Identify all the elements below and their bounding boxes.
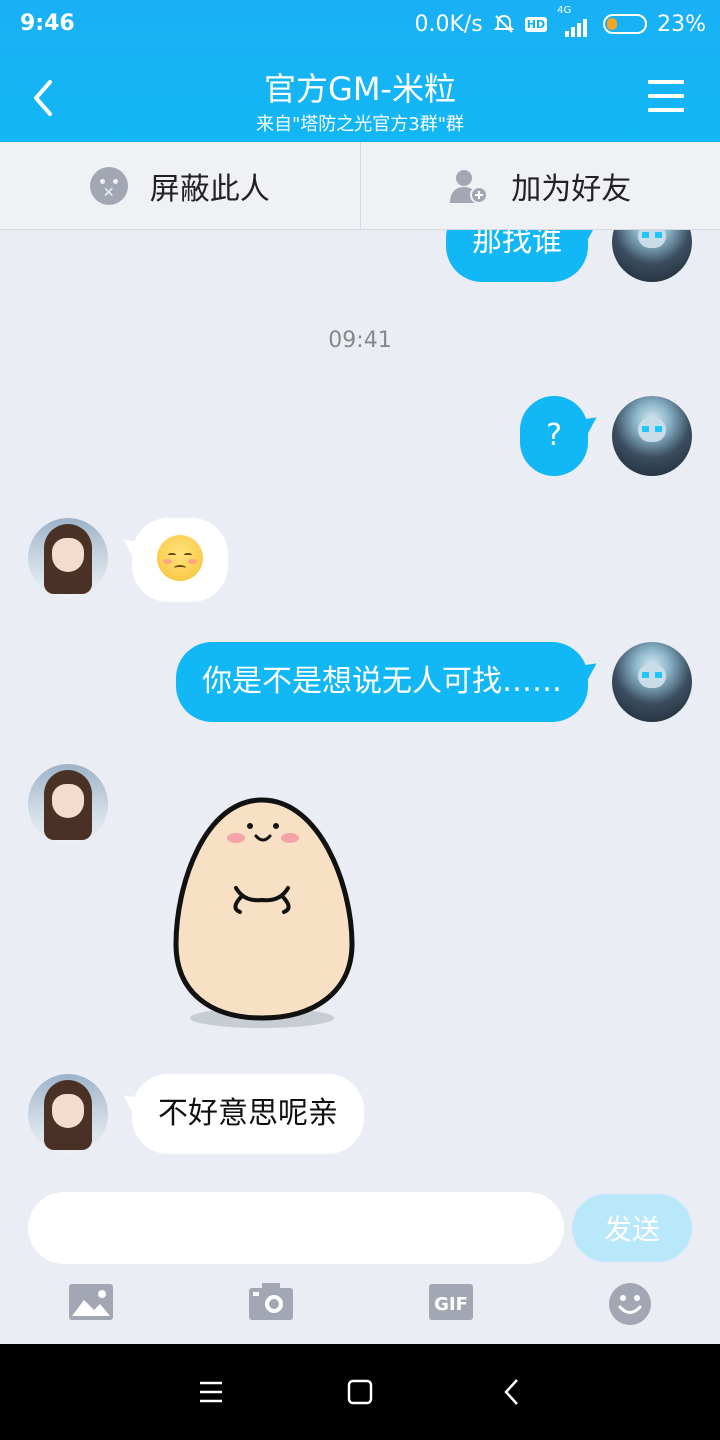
- menu-lines-icon: [200, 1381, 222, 1403]
- composer-toolbar: GIF: [0, 1276, 720, 1336]
- network-speed: 0.0K/s: [414, 11, 483, 37]
- message-input[interactable]: [28, 1192, 564, 1264]
- composer: 发送 GIF: [0, 1180, 720, 1344]
- egg-sticker[interactable]: [170, 796, 360, 1032]
- nav-back-button[interactable]: [492, 1372, 532, 1412]
- battery-percent: 23%: [657, 11, 706, 37]
- gif-label: GIF: [434, 1294, 468, 1315]
- action-bar: ✕ 屏蔽此人 加为好友: [0, 142, 720, 230]
- chat-title: 官方GM-米粒: [264, 70, 456, 108]
- block-user-button[interactable]: ✕ 屏蔽此人: [0, 142, 360, 229]
- menu-icon-line: [648, 94, 684, 98]
- status-bar: 9:46 0.0K/s HD 4G 23%: [0, 0, 720, 50]
- camera-icon: [249, 1283, 293, 1320]
- menu-button[interactable]: [648, 80, 684, 112]
- menu-icon-line: [648, 108, 684, 112]
- emoji-icon: [609, 1283, 651, 1325]
- camera-button[interactable]: [248, 1282, 294, 1328]
- message-bubble-outgoing[interactable]: ?: [520, 396, 588, 476]
- avatar-self[interactable]: [612, 230, 692, 282]
- message-text: 不好意思呢亲: [158, 1096, 338, 1131]
- system-nav-bar: [0, 1344, 720, 1440]
- pensive-face-emoji: [157, 535, 203, 581]
- chat-subtitle: 来自"塔防之光官方3群"群: [255, 114, 464, 135]
- chat-header: 9:46 0.0K/s HD 4G 23% 官方GM-米粒 来自"塔防之光官方3…: [0, 0, 720, 142]
- message-bubble-outgoing[interactable]: 你是不是想说无人可找……: [176, 642, 588, 722]
- hd-badge: HD: [524, 16, 548, 32]
- message-bubble-outgoing[interactable]: 那找谁: [446, 230, 588, 282]
- avatar-gm[interactable]: [28, 518, 108, 598]
- back-arrow-icon: [504, 1379, 518, 1405]
- status-time: 9:46: [20, 11, 75, 36]
- emoji-button[interactable]: [608, 1282, 654, 1328]
- avatar-self[interactable]: [612, 642, 692, 722]
- home-square-icon: [347, 1379, 373, 1405]
- message-bubble-incoming[interactable]: 不好意思呢亲: [132, 1074, 364, 1154]
- signal-icon: 4G: [557, 5, 593, 37]
- message-bubble-incoming[interactable]: [132, 518, 228, 602]
- avatar-self[interactable]: [612, 396, 692, 476]
- add-friend-button[interactable]: 加为好友: [359, 142, 720, 229]
- battery-icon: [603, 14, 648, 34]
- send-button[interactable]: 发送: [572, 1194, 692, 1262]
- recents-button[interactable]: [192, 1372, 232, 1412]
- gif-button[interactable]: GIF: [428, 1282, 474, 1328]
- message-text: 你是不是想说无人可找……: [202, 664, 562, 699]
- block-label: 屏蔽此人: [149, 171, 270, 207]
- avatar-gm[interactable]: [28, 1074, 108, 1154]
- image-icon: [69, 1284, 113, 1320]
- message-text: 那找谁: [472, 230, 562, 259]
- image-button[interactable]: [68, 1282, 114, 1328]
- add-friend-icon: [450, 169, 489, 204]
- add-friend-label: 加为好友: [511, 171, 632, 207]
- time-separator: 09:41: [328, 328, 392, 353]
- mute-icon: [493, 13, 515, 35]
- status-right: 0.0K/s HD 4G 23%: [414, 5, 706, 37]
- gif-icon: GIF: [429, 1284, 473, 1320]
- avatar-gm[interactable]: [28, 764, 108, 844]
- message-list[interactable]: 那找谁 09:41 ? 你是不是想说无人可找…… 不好意思呢亲: [0, 230, 720, 1180]
- block-icon: ✕: [89, 166, 128, 205]
- network-type: 4G: [557, 5, 572, 16]
- menu-icon: [648, 80, 684, 84]
- home-button[interactable]: [340, 1372, 380, 1412]
- message-text: ?: [546, 418, 562, 453]
